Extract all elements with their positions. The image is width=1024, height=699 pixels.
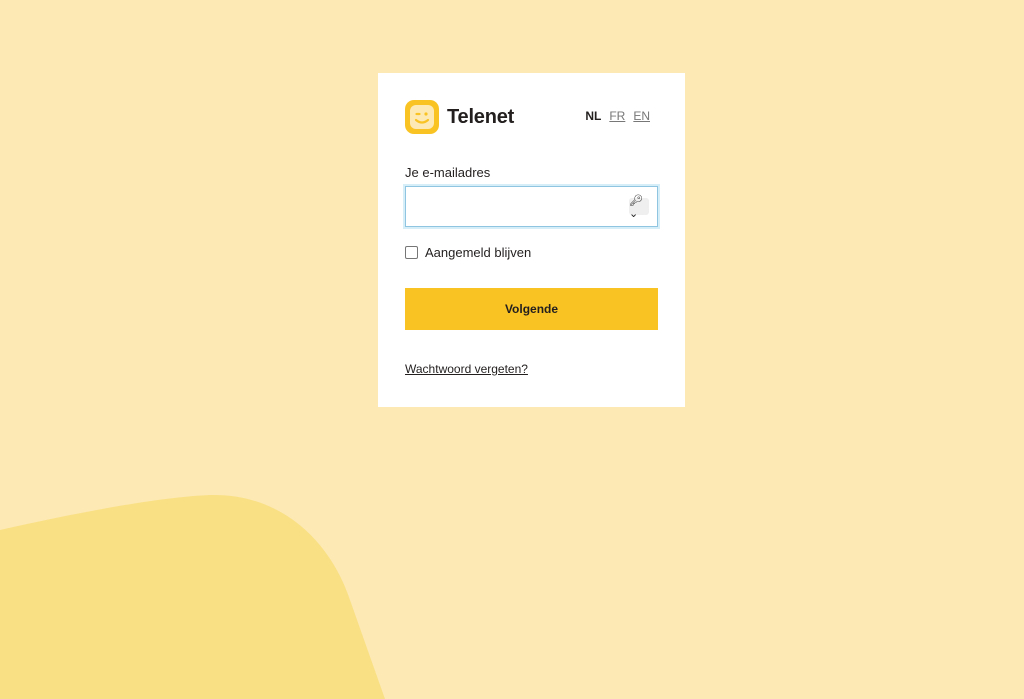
remember-checkbox[interactable] (405, 246, 418, 259)
lang-fr[interactable]: FR (609, 109, 625, 123)
language-switcher: NL FR EN (585, 109, 650, 123)
login-card: Telenet NL FR EN Je e-mailadres 🔑︎⌄ Aang… (378, 73, 685, 407)
remember-label: Aangemeld blijven (425, 245, 532, 260)
card-header: Telenet NL FR EN (405, 100, 658, 134)
next-button[interactable]: Volgende (405, 288, 658, 330)
email-field[interactable]: 🔑︎⌄ (405, 186, 658, 227)
remember-me[interactable]: Aangemeld blijven (405, 245, 531, 260)
email-input[interactable] (406, 187, 616, 226)
lang-nl[interactable]: NL (585, 109, 601, 123)
forgot-password-link[interactable]: Wachtwoord vergeten? (405, 362, 528, 376)
lang-en[interactable]: EN (633, 109, 650, 123)
email-label: Je e-mailadres (405, 165, 491, 180)
telenet-logo-icon (405, 100, 439, 134)
brand-name: Telenet (447, 106, 515, 128)
key-icon[interactable]: 🔑︎⌄ (629, 195, 649, 220)
